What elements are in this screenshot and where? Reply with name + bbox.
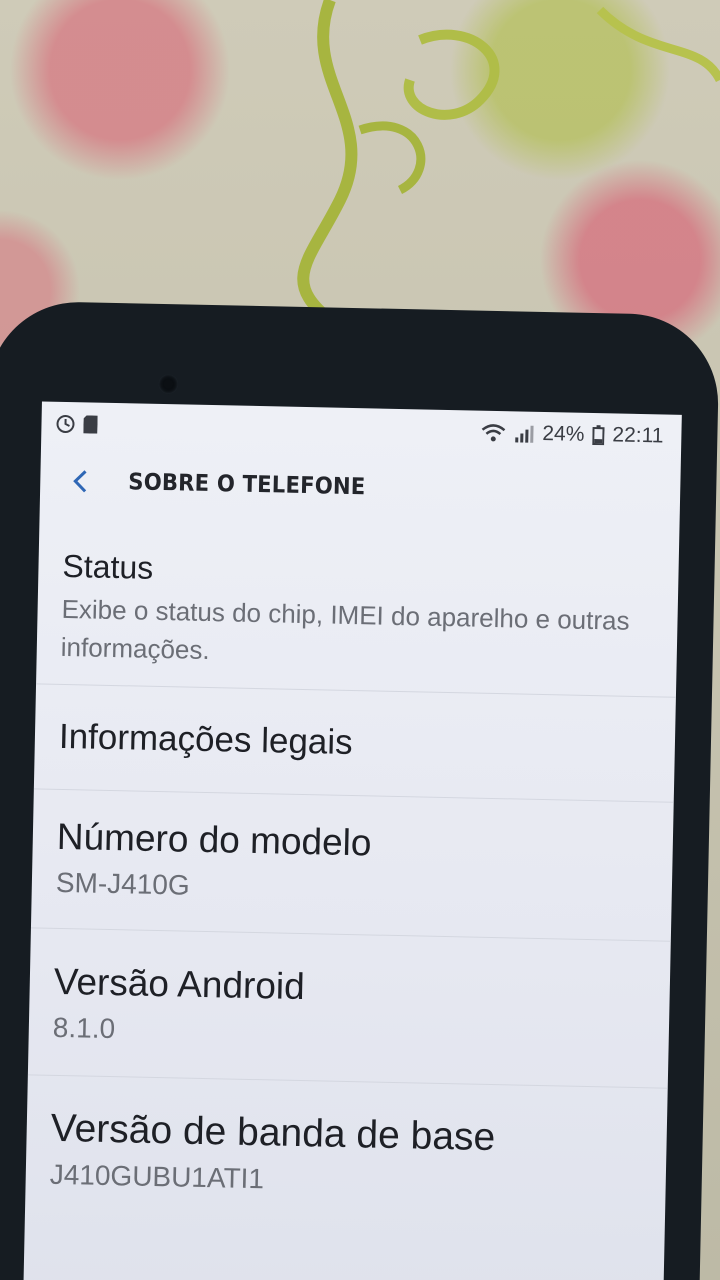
list-item-legal-info[interactable]: Informações legais xyxy=(33,684,676,803)
clock: 22:11 xyxy=(612,423,664,448)
app-bar: SOBRE O TELEFONE xyxy=(40,445,681,528)
item-title: Versão Android xyxy=(53,960,306,1008)
list-item-model-number[interactable]: Número do modelo SM-J410G xyxy=(30,789,674,942)
chevron-left-icon[interactable] xyxy=(66,466,97,497)
wifi-icon xyxy=(480,423,506,444)
item-title: Versão de banda de base xyxy=(50,1106,496,1160)
list-item-baseband-version[interactable]: Versão de banda de base J410GUBU1ATI1 xyxy=(25,1075,668,1224)
item-title: Informações legais xyxy=(58,716,354,763)
photo-background: 24% 22:11 SOBRE O TELEFONE Status Exibe … xyxy=(0,0,720,1280)
item-title: Status xyxy=(62,547,154,586)
list-item-android-version[interactable]: Versão Android 8.1.0 xyxy=(27,928,671,1089)
phone-device: 24% 22:11 SOBRE O TELEFONE Status Exibe … xyxy=(0,300,720,1280)
item-subtitle: Exibe o status do chip, IMEI do aparelho… xyxy=(60,593,630,666)
front-camera xyxy=(158,373,179,395)
item-title: Número do modelo xyxy=(56,815,372,864)
list-item-status[interactable]: Status Exibe o status do chip, IMEI do a… xyxy=(36,529,680,698)
battery-icon xyxy=(592,425,605,446)
settings-list: Status Exibe o status do chip, IMEI do a… xyxy=(25,529,680,1224)
sd-card-icon xyxy=(83,415,98,434)
item-subtitle: 8.1.0 xyxy=(52,1011,116,1045)
item-subtitle: SM-J410G xyxy=(55,866,191,901)
signal-icon xyxy=(514,423,534,443)
phone-screen: 24% 22:11 SOBRE O TELEFONE Status Exibe … xyxy=(23,401,682,1280)
battery-percent: 24% xyxy=(542,421,585,446)
page-title: SOBRE O TELEFONE xyxy=(128,469,366,501)
circle-status-icon xyxy=(55,414,75,434)
item-subtitle: J410GUBU1ATI1 xyxy=(49,1158,265,1195)
